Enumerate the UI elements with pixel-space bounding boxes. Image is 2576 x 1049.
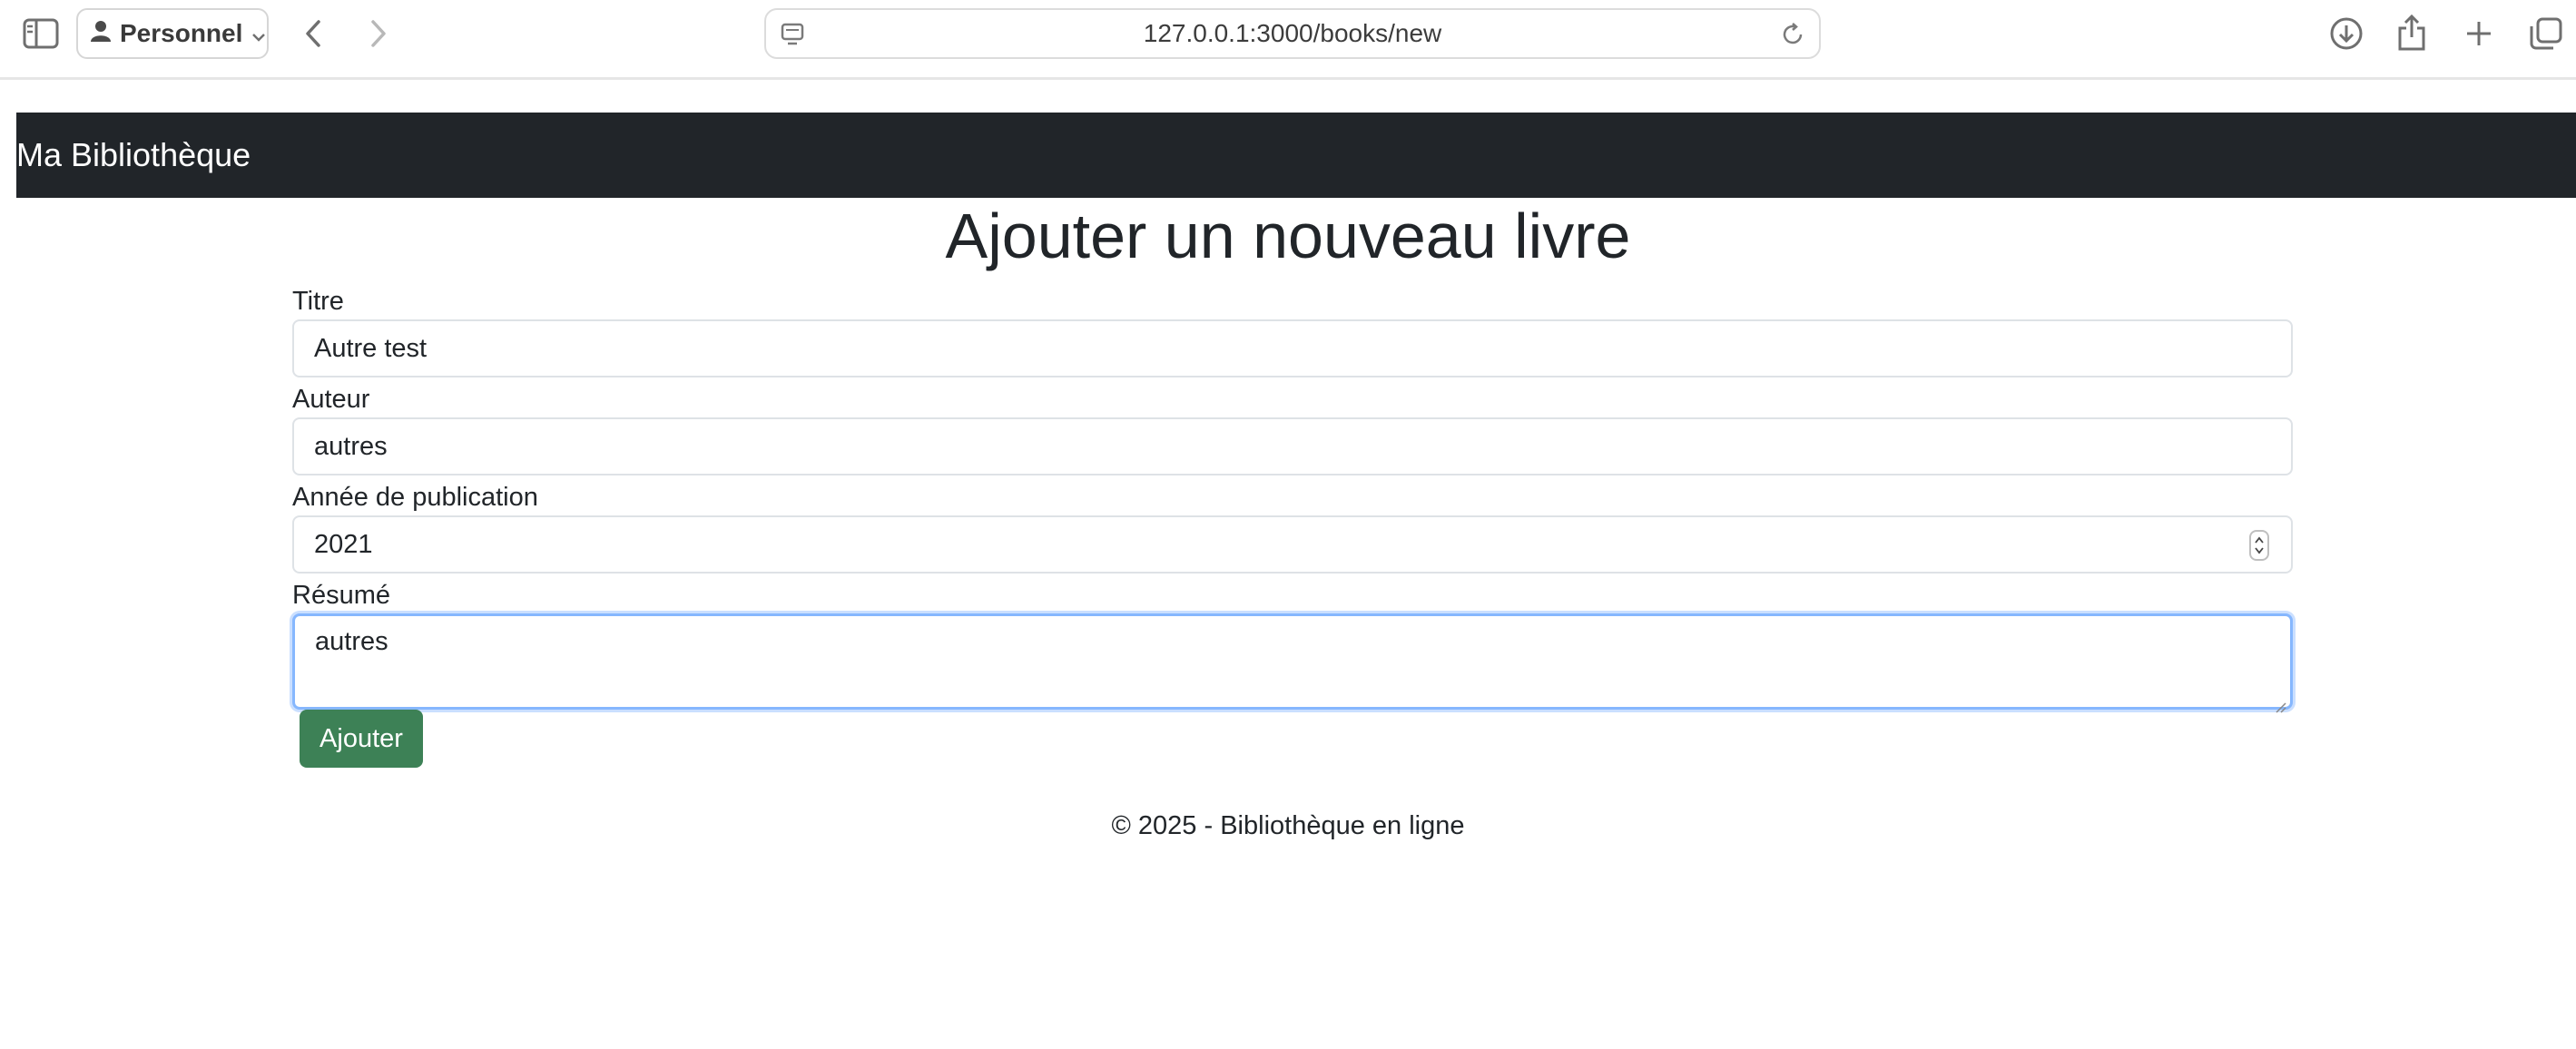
profile-label: Personnel [120,19,243,47]
chevron-down-icon [251,19,266,48]
submit-button[interactable]: Ajouter [300,710,423,768]
chevron-right-icon[interactable] [358,13,399,54]
author-input[interactable]: autres [292,417,2293,475]
site-navbar: Ma Bibliothèque [16,113,2576,198]
year-stepper-icon[interactable] [2249,530,2269,561]
page-title: Ajouter un nouveau livre [945,201,1631,271]
navbar-brand[interactable]: Ma Bibliothèque [16,136,251,174]
summary-label: Résumé [292,581,390,610]
reload-icon[interactable] [1779,21,1806,48]
year-label: Année de publication [292,483,538,512]
browser-toolbar: Personnel 127.0.0.1:3000/books/new [0,0,2576,80]
chevron-left-icon[interactable] [292,13,334,54]
year-input[interactable]: 2021 [292,515,2293,574]
share-icon[interactable] [2391,11,2433,54]
person-icon [91,19,111,48]
author-label: Auteur [292,385,370,414]
year-input-value: 2021 [314,529,373,559]
sidebar-icon[interactable] [20,13,62,54]
plus-icon[interactable] [2458,13,2500,54]
title-input[interactable]: Autre test [292,319,2293,377]
title-input-value: Autre test [314,333,428,363]
profile-button[interactable]: Personnel [76,8,269,59]
page-footer: © 2025 - Bibliothèque en ligne [1111,811,1465,840]
download-icon[interactable] [2325,13,2367,54]
url-text: 127.0.0.1:3000/books/new [1143,19,1442,47]
author-input-value: autres [314,431,388,461]
new-book-form: Titre Autre test Auteur autres Année de … [292,281,2293,713]
tabs-overview-icon[interactable] [2525,13,2567,54]
title-label: Titre [292,287,344,316]
address-bar[interactable]: 127.0.0.1:3000/books/new [764,8,1821,59]
summary-textarea[interactable]: autres [292,613,2293,713]
summary-textarea-value: autres [315,627,388,656]
resize-grip-icon[interactable] [2274,691,2286,713]
